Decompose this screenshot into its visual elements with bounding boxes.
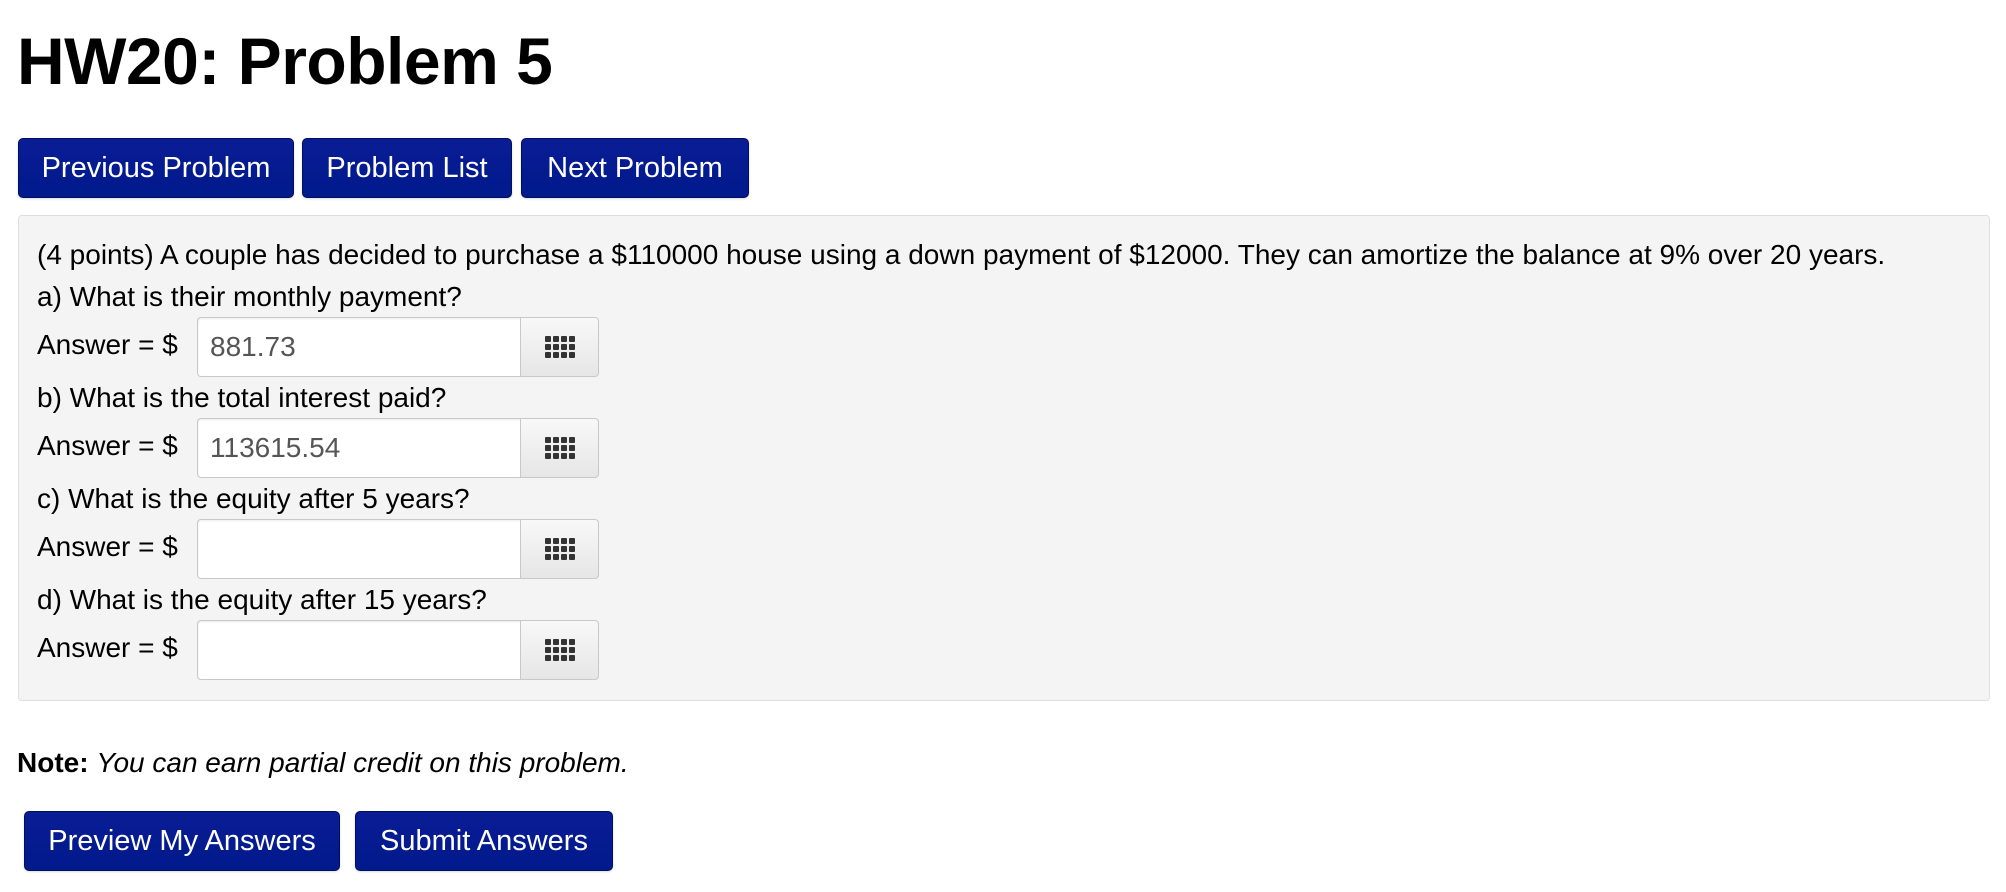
equation-editor-button-d[interactable] [520,620,599,680]
note-label: Note: [17,747,89,778]
question-d: d) What is the equity after 15 years? [37,584,487,615]
equation-editor-button-b[interactable] [520,418,599,478]
answer-group-b [197,418,599,478]
problem-list-button[interactable]: Problem List [302,138,512,198]
answer-group-d [197,620,599,680]
answer-group-a [197,317,599,377]
problem-statement: (4 points) A couple has decided to purch… [37,239,1886,270]
problem-page: HW20: Problem 5 Previous Problem Problem… [0,0,2006,892]
answer-input-c[interactable] [197,519,521,579]
partial-credit-note: Note: You can earn partial credit on thi… [17,746,629,780]
answer-label-c: Answer = $ [37,531,178,562]
next-problem-button[interactable]: Next Problem [521,138,749,198]
page-title: HW20: Problem 5 [17,24,553,98]
answer-input-a[interactable] [197,317,521,377]
keypad-icon [544,639,575,661]
submit-answers-button[interactable]: Submit Answers [355,811,613,871]
keypad-icon [544,538,575,560]
previous-problem-button[interactable]: Previous Problem [18,138,294,198]
equation-editor-button-c[interactable] [520,519,599,579]
question-c: c) What is the equity after 5 years? [37,483,470,514]
preview-answers-button[interactable]: Preview My Answers [24,811,340,871]
keypad-icon [544,437,575,459]
answer-label-b: Answer = $ [37,430,178,461]
question-b: b) What is the total interest paid? [37,382,447,413]
answer-input-d[interactable] [197,620,521,680]
keypad-icon [544,336,575,358]
equation-editor-button-a[interactable] [520,317,599,377]
answer-group-c [197,519,599,579]
answer-input-b[interactable] [197,418,521,478]
question-a: a) What is their monthly payment? [37,281,462,312]
note-text: You can earn partial credit on this prob… [96,747,629,778]
answer-label-d: Answer = $ [37,632,178,663]
answer-label-a: Answer = $ [37,329,178,360]
